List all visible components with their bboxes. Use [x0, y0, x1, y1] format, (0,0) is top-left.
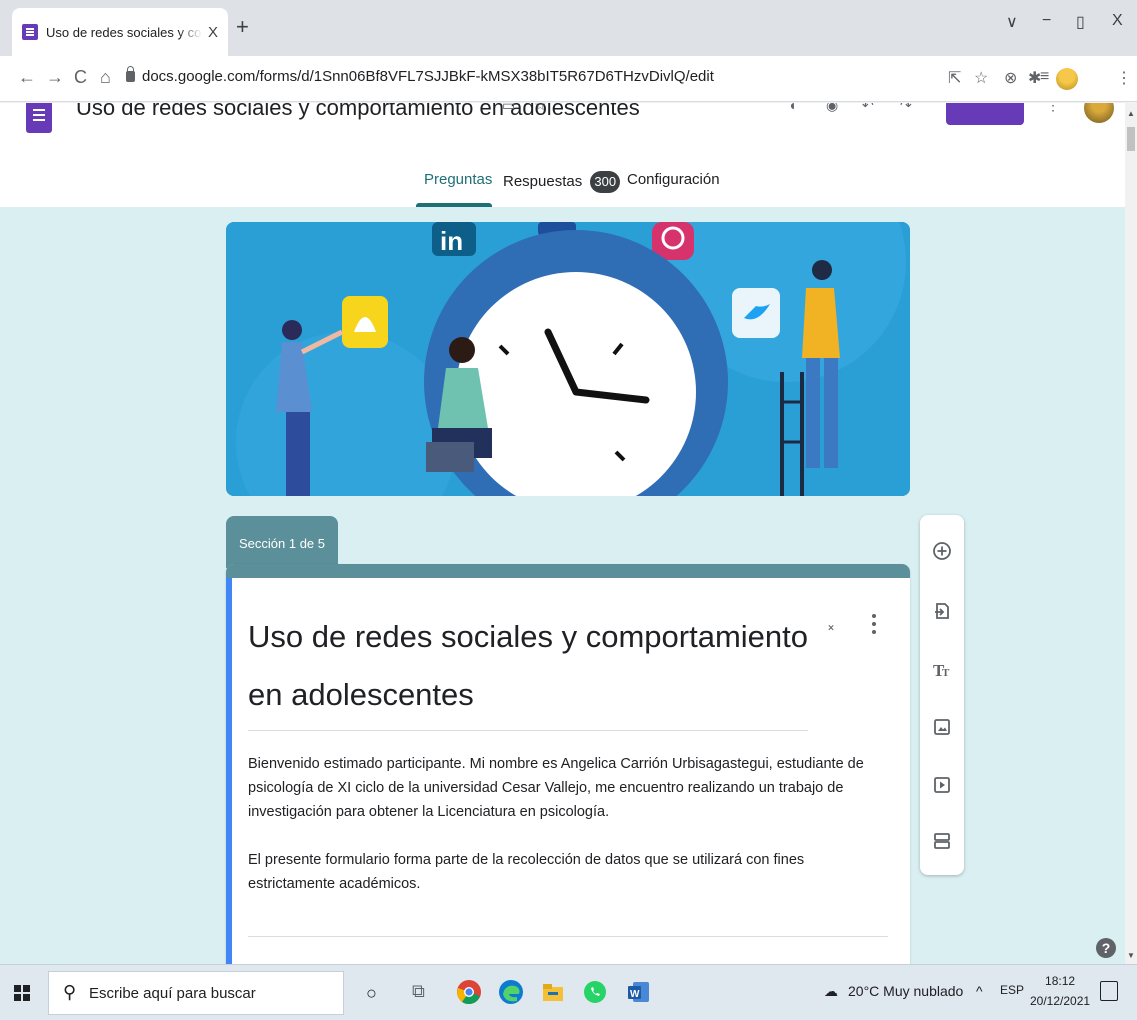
- lock-icon[interactable]: [126, 66, 135, 82]
- file-explorer-icon[interactable]: [540, 979, 566, 1005]
- taskbar-clock[interactable]: 18:12 20/12/2021: [1030, 971, 1090, 1011]
- svg-text:T: T: [942, 667, 950, 679]
- tab-respuestas-label: Respuestas: [503, 172, 583, 190]
- star-icon[interactable]: ☆: [534, 103, 547, 114]
- form-tabs: Preguntas Respuestas 300 Configuración: [0, 163, 1125, 207]
- tab-title: Uso de redes sociales y comportamiento e…: [46, 24, 202, 40]
- account-avatar[interactable]: [1084, 103, 1114, 123]
- profile-avatar[interactable]: [1056, 68, 1078, 90]
- form-editor-canvas: in Sección 1 de 5 Uso de redes sociales …: [0, 207, 1125, 964]
- search-icon: ⚲: [63, 982, 77, 1002]
- browser-tab[interactable]: Uso de redes sociales y comportamiento e…: [12, 8, 228, 56]
- add-video-icon[interactable]: [932, 775, 952, 795]
- palette-icon[interactable]: ◖: [788, 103, 796, 113]
- address-bar[interactable]: docs.google.com/forms/d/1Snn06Bf8VFL7SJJ…: [142, 68, 714, 85]
- minimize-button[interactable]: −: [1042, 12, 1051, 30]
- social-media-illustration: in: [226, 222, 910, 496]
- task-view-icon[interactable]: ⧉: [412, 981, 438, 1007]
- restore-button[interactable]: ▯: [1076, 12, 1085, 32]
- collapse-section-icon[interactable]: ⌄ ⌃: [826, 618, 836, 638]
- add-image-icon[interactable]: [932, 717, 952, 737]
- svg-text:W: W: [630, 989, 640, 1000]
- document-title[interactable]: Uso de redes sociales y comportamiento e…: [76, 103, 640, 121]
- add-title-icon[interactable]: T T: [932, 659, 952, 679]
- tab-configuracion[interactable]: Configuración: [627, 171, 720, 188]
- weather-icon[interactable]: ☁: [824, 983, 838, 1000]
- bookmark-star-icon[interactable]: ☆: [974, 68, 988, 88]
- scroll-down-arrow-icon[interactable]: ▼: [1127, 951, 1135, 960]
- cortana-icon[interactable]: ○: [366, 983, 392, 1009]
- share-icon[interactable]: ⇱: [948, 68, 961, 88]
- scroll-thumb[interactable]: [1127, 127, 1135, 151]
- search-placeholder: Escribe aquí para buscar: [89, 985, 256, 1002]
- page-scrollbar[interactable]: ▲ ▼: [1125, 103, 1137, 964]
- section-tab: Sección 1 de 5: [226, 516, 338, 568]
- redo-icon[interactable]: ↷: [900, 103, 912, 114]
- forms-header: Uso de redes sociales y comportamiento e…: [0, 103, 1125, 207]
- card-focus-bar: [226, 578, 232, 964]
- section-more-icon[interactable]: [870, 614, 878, 638]
- responses-count-badge: 300: [590, 171, 621, 193]
- import-questions-icon[interactable]: [932, 601, 952, 621]
- form-description[interactable]: Bienvenido estimado participante. Mi nom…: [248, 752, 894, 920]
- tab-preguntas[interactable]: Preguntas: [424, 171, 492, 188]
- new-tab-button[interactable]: +: [236, 14, 249, 40]
- svg-text:in: in: [440, 226, 463, 256]
- close-window-button[interactable]: X: [1112, 12, 1123, 30]
- home-icon[interactable]: ⌂: [100, 67, 111, 88]
- tab-search-button[interactable]: ∨: [1006, 12, 1018, 32]
- add-section-icon[interactable]: [932, 831, 952, 851]
- word-icon[interactable]: W: [626, 979, 652, 1005]
- forward-icon[interactable]: →: [46, 67, 64, 88]
- forms-logo-icon[interactable]: [26, 103, 52, 133]
- add-question-icon[interactable]: [932, 541, 952, 561]
- taskbar-search[interactable]: ⚲ Escribe aquí para buscar: [48, 971, 344, 1015]
- edge-icon[interactable]: [498, 979, 524, 1005]
- forms-favicon-icon: [22, 24, 38, 40]
- form-title[interactable]: Uso de redes sociales y comportamiento e…: [248, 608, 808, 731]
- tab-close-button[interactable]: X: [208, 24, 218, 41]
- help-icon[interactable]: ?: [1096, 938, 1116, 958]
- card-divider: [248, 936, 888, 937]
- extension-icon[interactable]: ⊗: [1004, 68, 1017, 88]
- browser-tabstrip: Uso de redes sociales y comportamiento e…: [0, 0, 1137, 56]
- tray-overflow-icon[interactable]: ^: [976, 983, 983, 999]
- folder-icon[interactable]: ▭: [502, 103, 515, 114]
- description-paragraph: El presente formulario forma parte de la…: [248, 852, 805, 892]
- chrome-icon[interactable]: [456, 979, 482, 1005]
- windows-taskbar: ⚲ Escribe aquí para buscar ○ ⧉ W ☁ 20°C …: [0, 964, 1137, 1020]
- weather-status[interactable]: 20°C Muy nublado: [848, 983, 963, 999]
- back-icon[interactable]: ←: [18, 67, 36, 88]
- windows-start-icon[interactable]: [14, 985, 30, 1001]
- more-options-icon[interactable]: ⋮: [1046, 103, 1060, 114]
- clock-time: 18:12: [1045, 974, 1076, 988]
- undo-icon[interactable]: ↶: [862, 103, 874, 114]
- reload-icon[interactable]: C: [74, 67, 87, 88]
- reading-list-icon[interactable]: ≡: [1040, 68, 1049, 86]
- browser-menu-icon[interactable]: ⋮: [1116, 68, 1132, 88]
- input-language[interactable]: ESP: [1000, 983, 1024, 997]
- description-paragraph: Bienvenido estimado participante. Mi nom…: [248, 756, 864, 820]
- question-toolbar: T T: [920, 515, 964, 875]
- tab-respuestas[interactable]: Respuestas 300: [503, 171, 621, 193]
- clock-date: 20/12/2021: [1030, 994, 1091, 1008]
- scroll-up-arrow-icon[interactable]: ▲: [1127, 109, 1135, 118]
- notifications-icon[interactable]: [1100, 981, 1118, 1001]
- whatsapp-icon[interactable]: [582, 979, 608, 1005]
- browser-toolbar: ← → C ⌂ docs.google.com/forms/d/1Snn06Bf…: [0, 56, 1137, 102]
- card-top-accent: [226, 564, 910, 578]
- header-image[interactable]: in: [226, 222, 910, 496]
- form-title-card[interactable]: Uso de redes sociales y comportamiento e…: [226, 564, 910, 964]
- send-button[interactable]: [946, 103, 1024, 125]
- preview-icon[interactable]: ◉: [826, 103, 838, 114]
